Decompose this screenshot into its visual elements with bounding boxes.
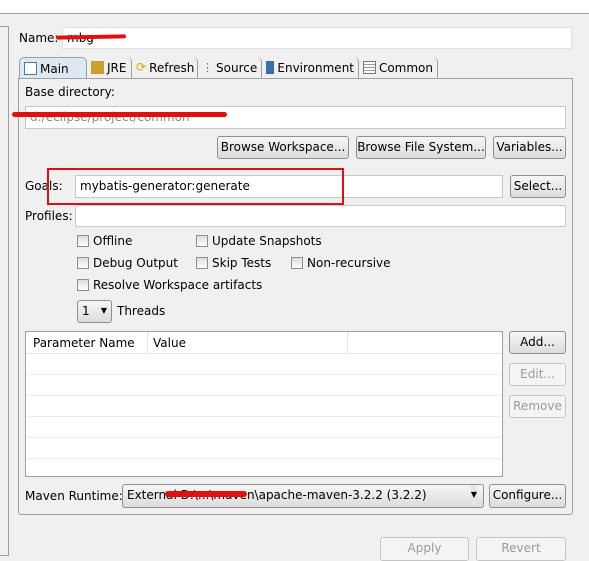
profiles-input[interactable]	[75, 205, 566, 227]
configure-button[interactable]: Configure...	[489, 484, 566, 508]
tab-source[interactable]: ⋮ Source	[198, 57, 262, 78]
tab-label: Refresh	[149, 60, 195, 75]
tab-main[interactable]: Main	[19, 57, 87, 79]
base-directory-input[interactable]: d:/eclipse/project/common	[25, 106, 566, 129]
base-directory-label: Base directory:	[25, 85, 115, 99]
common-icon	[363, 61, 376, 74]
tab-refresh[interactable]: ⟳ Refresh	[132, 57, 198, 78]
apply-button[interactable]: Apply	[380, 537, 469, 561]
checkbox-label: Debug Output	[93, 256, 178, 270]
profiles-label: Profiles:	[25, 209, 73, 223]
remove-parameter-button[interactable]: Remove	[509, 395, 566, 418]
column-header-value[interactable]: Value	[148, 332, 348, 353]
window-top-bar	[0, 0, 589, 14]
redaction-mark	[165, 491, 247, 497]
column-header-empty	[348, 332, 502, 353]
resolve-workspace-checkbox[interactable]: Resolve Workspace artifacts	[77, 278, 262, 292]
column-header-parameter-name[interactable]: Parameter Name	[26, 332, 148, 353]
redaction-mark	[12, 112, 227, 117]
threads-label: Threads	[117, 304, 166, 318]
skip-tests-checkbox[interactable]: Skip Tests	[196, 256, 271, 270]
parameters-table[interactable]: Parameter Name Value	[25, 331, 503, 477]
browse-workspace-button[interactable]: Browse Workspace...	[217, 136, 349, 159]
main-tab-icon	[24, 62, 37, 75]
jre-icon	[91, 61, 104, 74]
checkbox-label: Resolve Workspace artifacts	[93, 278, 263, 292]
name-input[interactable]: mbg	[62, 27, 572, 49]
chevron-down-icon: ▼	[100, 306, 107, 315]
tab-label: JRE	[107, 60, 127, 75]
source-icon: ⋮	[202, 61, 213, 74]
update-snapshots-checkbox[interactable]: Update Snapshots	[196, 234, 322, 248]
non-recursive-checkbox[interactable]: Non-recursive	[291, 256, 391, 270]
select-goals-button[interactable]: Select...	[510, 175, 566, 198]
add-parameter-button[interactable]: Add...	[509, 331, 566, 354]
checkbox-label: Skip Tests	[212, 256, 272, 270]
refresh-icon: ⟳	[136, 60, 147, 74]
debug-output-checkbox[interactable]: Debug Output	[77, 256, 178, 270]
tab-label: Common	[378, 60, 433, 75]
environment-icon	[266, 61, 275, 74]
offline-checkbox[interactable]: Offline	[77, 234, 132, 248]
variables-button[interactable]: Variables...	[493, 136, 566, 159]
tab-common[interactable]: Common	[359, 57, 438, 78]
left-pane	[0, 26, 9, 556]
checkbox-label: Offline	[93, 234, 133, 248]
tab-label: Main	[40, 61, 69, 76]
tab-environment[interactable]: Environment	[262, 57, 359, 78]
threads-select[interactable]: 1 ▼	[77, 300, 112, 323]
checkbox-label: Non-recursive	[307, 256, 391, 270]
chevron-down-icon: ▼	[470, 485, 477, 505]
edit-parameter-button[interactable]: Edit...	[509, 363, 566, 386]
checkbox-label: Update Snapshots	[212, 234, 322, 248]
threads-value: 1	[82, 304, 90, 318]
tab-label: Environment	[277, 60, 354, 75]
tab-jre[interactable]: JRE	[87, 57, 132, 78]
revert-button[interactable]: Revert	[476, 537, 566, 561]
name-label: Name:	[19, 31, 59, 45]
tab-label: Source	[216, 60, 258, 75]
maven-runtime-label: Maven Runtime:	[25, 489, 123, 503]
goals-highlight-box	[47, 168, 344, 205]
browse-file-system-button[interactable]: Browse File System...	[356, 136, 486, 159]
